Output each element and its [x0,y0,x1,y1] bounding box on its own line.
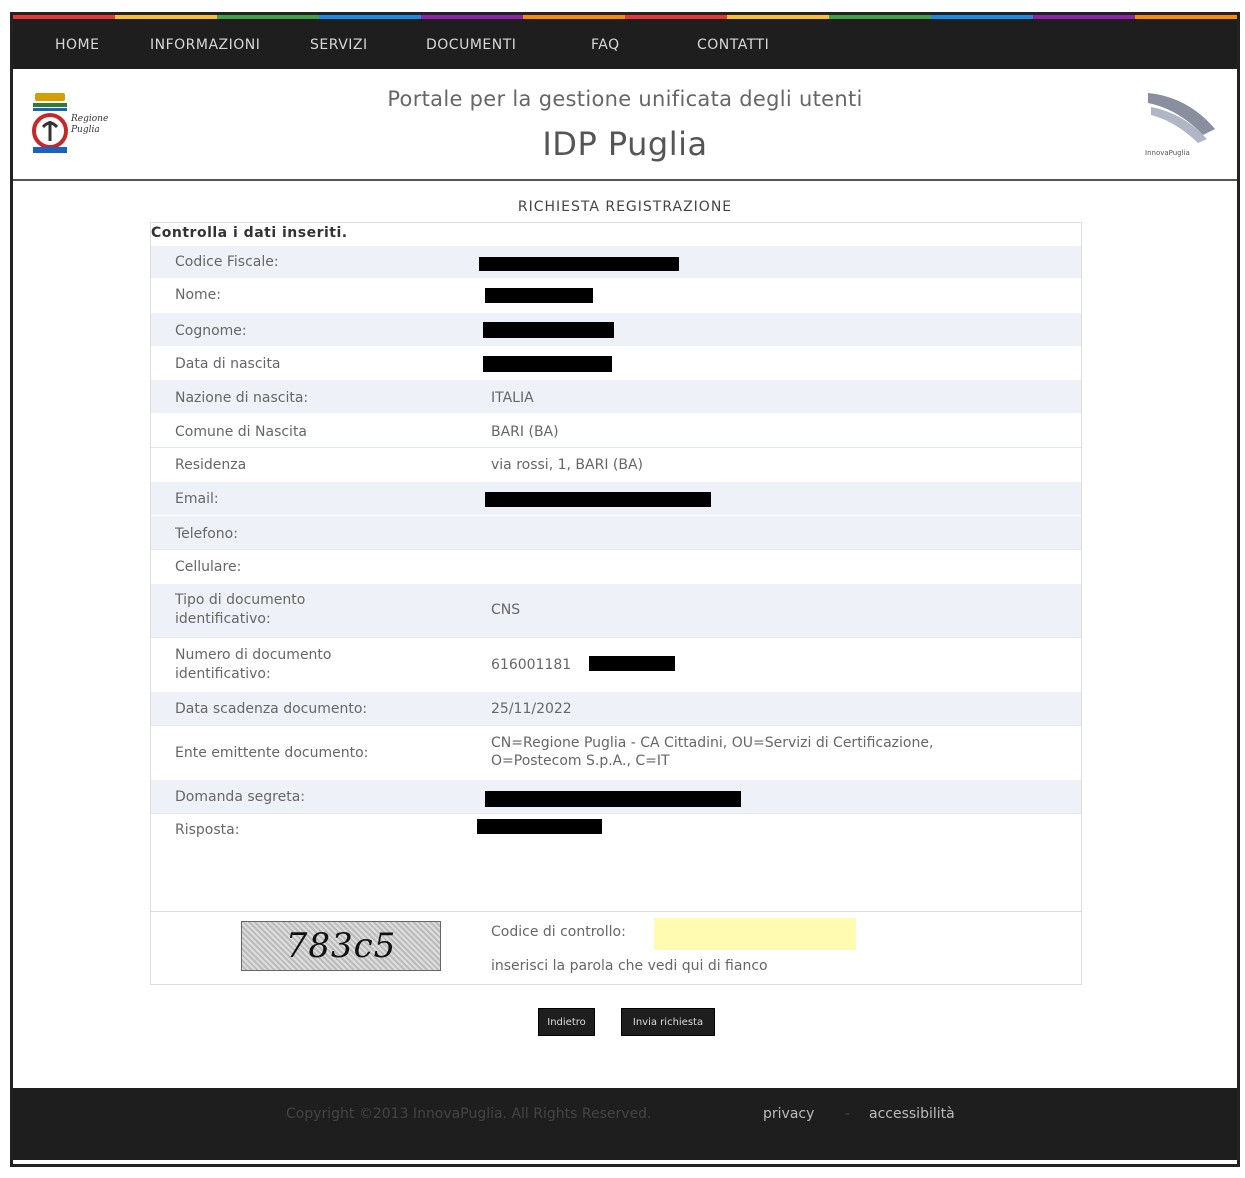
captcha-image: 783c5 [241,921,441,971]
top-navigation: HOME INFORMAZIONI SERVIZI DOCUMENTI FAQ … [13,19,1237,69]
row-risposta: Risposta: [151,813,1081,911]
value-ente-emittente: CN=Regione Puglia - CA Cittadini, OU=Ser… [491,735,934,769]
label-domanda-segreta: Domanda segreta: [175,789,305,805]
color-strip-segment [421,15,523,19]
color-strip-segment [13,15,115,19]
label-codice-fiscale: Codice Fiscale: [175,254,279,270]
row-cellulare: Cellulare: [151,549,1081,583]
value-data-scadenza: 25/11/2022 [491,701,572,717]
value-comune-nascita: BARI (BA) [491,424,559,440]
value-residenza: via rossi, 1, BARI (BA) [491,457,643,473]
footer-copyright: Copyright ©2013 InnovaPuglia. All Rights… [286,1106,652,1122]
label-tipo-documento: Tipo di documento identificativo: [175,592,306,627]
row-data-nascita: Data di nascita [151,346,1081,379]
row-tipo-documento: Tipo di documento identificativo: CNS [151,583,1081,637]
footer-separator: - [845,1106,851,1122]
form-heading: Controlla i dati inseriti. [151,225,348,241]
label-numero-documento: Numero di documento identificativo: [175,647,332,682]
portal-subtitle: Portale per la gestione unificata degli … [387,87,863,111]
label-nazione-nascita: Nazione di nascita: [175,390,309,406]
footer-privacy-link[interactable]: privacy [763,1106,814,1122]
page-footer: Copyright ©2013 InnovaPuglia. All Rights… [13,1088,1237,1160]
row-data-scadenza: Data scadenza documento: 25/11/2022 [151,691,1081,725]
nav-faq[interactable]: FAQ [591,37,620,53]
redaction-data-nascita [483,356,612,372]
value-numero-documento: 616001181 [491,657,572,673]
label-residenza: Residenza [175,457,247,473]
value-nazione-nascita: ITALIA [491,390,534,406]
redaction-cognome [483,322,614,338]
logo-right-text: InnovaPuglia [1145,149,1190,157]
row-cognome: Cognome: [151,312,1081,346]
color-strip-segment [319,15,421,19]
color-strip [13,15,1237,19]
color-strip-segment [727,15,829,19]
color-strip-segment [625,15,727,19]
color-strip-segment [931,15,1033,19]
nav-servizi[interactable]: SERVIZI [310,37,368,53]
label-comune-nascita: Comune di Nascita [175,424,308,440]
redaction-email [485,492,711,507]
captcha-image-text: 783c5 [285,926,397,966]
row-numero-documento: Numero di documento identificativo: 6160… [151,637,1081,691]
row-nome: Nome: [151,278,1081,312]
label-ente-emittente: Ente emittente documento: [175,745,369,761]
redaction-domanda-segreta [485,791,741,807]
color-strip-segment [523,15,625,19]
row-nazione-nascita: Nazione di nascita: ITALIA [151,379,1081,413]
captcha-hint: inserisci la parola che vedi qui di fian… [491,958,768,974]
redaction-numero-documento [589,656,675,671]
color-strip-segment [217,15,319,19]
color-strip-segment [829,15,931,19]
label-nome: Nome: [175,287,222,303]
page-title: IDP Puglia [542,125,708,163]
captcha-label: Codice di controllo: [491,924,626,940]
label-risposta: Risposta: [175,822,240,838]
value-tipo-documento: CNS [491,602,521,618]
redaction-nome [485,288,593,303]
back-button[interactable]: Indietro [538,1008,595,1036]
row-residenza: Residenza via rossi, 1, BARI (BA) [151,447,1081,481]
label-email: Email: [175,491,219,507]
row-telefono: Telefono: [151,515,1081,549]
color-strip-segment [1033,15,1135,19]
nav-informazioni[interactable]: INFORMAZIONI [150,37,260,53]
redaction-risposta [477,819,602,834]
logo-left-text-regione: Regione [70,114,108,124]
label-data-nascita: Data di nascita [175,356,281,372]
row-email: Email: [151,481,1081,515]
row-domanda-segreta: Domanda segreta: [151,779,1081,813]
footer-accessibility-link[interactable]: accessibilità [869,1106,955,1122]
innovapuglia-swoosh-icon: InnovaPuglia [1145,93,1215,157]
color-strip-segment [115,15,217,19]
nav-home[interactable]: HOME [55,37,99,53]
color-strip-segment [1135,15,1237,19]
label-cellulare: Cellulare: [175,559,242,575]
label-data-scadenza: Data scadenza documento: [175,701,368,717]
innovapuglia-logo: InnovaPuglia [1143,89,1223,161]
nav-documenti[interactable]: DOCUMENTI [426,37,516,53]
row-codice-fiscale: Codice Fiscale: [151,245,1081,278]
label-telefono: Telefono: [175,526,238,542]
page-header: Regione Puglia Portale per la gestione u… [13,69,1237,181]
row-ente-emittente: Ente emittente documento: CN=Regione Pug… [151,725,1081,779]
label-cognome: Cognome: [175,323,247,339]
captcha-input[interactable] [654,918,856,950]
registration-summary: Controlla i dati inseriti. Codice Fiscal… [150,222,1082,985]
section-title: RICHIESTA REGISTRAZIONE [517,199,733,215]
submit-request-button[interactable]: Invia richiesta [621,1008,715,1036]
captcha-area: 783c5 Codice di controllo: inserisci la … [151,911,1081,984]
nav-contatti[interactable]: CONTATTI [697,37,769,53]
redaction-codice-fiscale [479,257,679,271]
row-comune-nascita: Comune di Nascita BARI (BA) [151,413,1081,447]
